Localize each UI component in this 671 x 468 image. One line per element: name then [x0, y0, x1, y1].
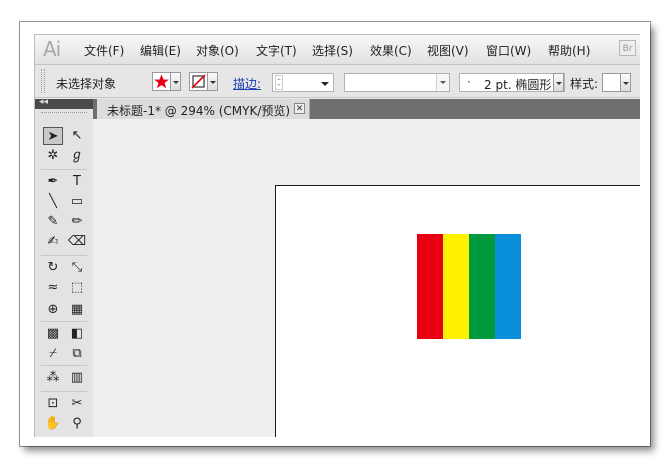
menu-select[interactable]: 选择(S): [312, 42, 353, 59]
stroke-weight-stepper[interactable]: [275, 75, 283, 90]
selection-status: 未选择对象: [56, 77, 117, 91]
tools-panel-header[interactable]: ◂◂: [35, 97, 93, 109]
bridge-button[interactable]: Br: [619, 40, 636, 56]
menu-bar: Ai 文件(F) 编辑(E) 对象(O) 文字(T) 选择(S) 效果(C) 视图(V) 窗口…: [35, 35, 640, 65]
menu-object[interactable]: 对象(O): [196, 42, 239, 59]
tools-panel: ◂◂ ➤ ↖ ✲ ℊ ✒ T ╲ ▭ ✎ ✏ ✍ ⌫ ↻ ⤡ ≈ ⬚ ⊕ ▦ ▩ ◧ ⌿ ⧉ ⁂ ▥ ⊡ ✂ ✋ ⚲: [35, 97, 94, 437]
pen-tool-icon[interactable]: ✒: [43, 173, 63, 191]
hand-tool-icon[interactable]: ✋: [43, 415, 63, 433]
stroke-dropdown-caret[interactable]: [208, 72, 218, 91]
document-tab-label: 未标题-1* @ 294% (CMYK/预览): [107, 104, 291, 118]
menu-window[interactable]: 窗口(W): [486, 42, 531, 59]
rotate-tool-icon[interactable]: ↻: [43, 259, 63, 277]
brush-dropdown-caret[interactable]: [553, 73, 564, 92]
color-stripe[interactable]: [417, 234, 443, 339]
fill-dropdown-caret[interactable]: [171, 72, 181, 91]
document-tab[interactable]: 未标题-1* @ 294% (CMYK/预览) ✕: [97, 99, 310, 119]
color-stripe[interactable]: [469, 234, 495, 339]
symbol-sprayer-tool-icon[interactable]: ⁂: [43, 369, 63, 387]
step-down-icon: [277, 84, 281, 86]
graphic-style-caret[interactable]: [621, 73, 631, 92]
free-transform-tool-icon[interactable]: ⬚: [67, 279, 87, 297]
stroke-panel-link[interactable]: 描边:: [233, 75, 261, 92]
slice-tool-icon[interactable]: ✂: [67, 395, 87, 413]
eraser-tool-icon[interactable]: ⌫: [67, 233, 87, 251]
tool-group-divider: [41, 255, 87, 256]
graphic-style-swatch[interactable]: [602, 73, 621, 92]
selection-tool-icon[interactable]: ➤: [43, 127, 63, 145]
document-tab-bar: 未标题-1* @ 294% (CMYK/预览) ✕: [93, 99, 640, 119]
tool-group-divider: [41, 169, 87, 170]
lasso-tool-icon[interactable]: ℊ: [67, 147, 87, 165]
tools-panel-grip[interactable]: [41, 112, 87, 113]
color-stripe[interactable]: [443, 234, 469, 339]
menu-effect[interactable]: 效果(C): [370, 42, 412, 59]
blob-brush-tool-icon[interactable]: ✍: [43, 233, 63, 251]
no-stroke-icon: [191, 74, 206, 89]
tool-group-divider: [41, 365, 87, 366]
rectangle-tool-icon[interactable]: ▭: [67, 193, 87, 211]
control-bar: 未选择对象 描边: · 2 pt. 椭圆形 样式:: [35, 65, 640, 98]
menu-type[interactable]: 文字(T): [256, 42, 297, 59]
brush-label: 2 pt. 椭圆形: [484, 78, 552, 92]
color-stripe[interactable]: [495, 234, 521, 339]
app-logo: Ai: [43, 37, 61, 61]
paintbrush-tool-icon[interactable]: ✎: [43, 213, 63, 231]
zoom-tool-icon[interactable]: ⚲: [67, 415, 87, 433]
blend-tool-icon[interactable]: ⧉: [67, 345, 87, 363]
stroke-weight-field[interactable]: [272, 73, 334, 92]
collapse-panel-icon[interactable]: ◂◂: [39, 97, 48, 107]
brush-definition-select[interactable]: · 2 pt. 椭圆形: [459, 73, 565, 92]
eyedropper-tool-icon[interactable]: ⌿: [43, 345, 63, 363]
scale-tool-icon[interactable]: ⤡: [67, 259, 87, 277]
menu-edit[interactable]: 编辑(E): [140, 42, 181, 59]
profile-dropdown-arrow[interactable]: [436, 74, 449, 91]
chevron-down-icon[interactable]: [321, 82, 329, 86]
style-label: 样式:: [570, 77, 599, 91]
illustrator-window: Ai 文件(F) 编辑(E) 对象(O) 文字(T) 选择(S) 效果(C) 视图(V) 窗口…: [34, 34, 640, 437]
menu-file[interactable]: 文件(F): [84, 42, 124, 59]
artboard-tool-icon[interactable]: ⊡: [43, 395, 63, 413]
variable-width-profile-select[interactable]: [344, 73, 450, 92]
type-tool-icon[interactable]: T: [67, 173, 87, 191]
column-graph-tool-icon[interactable]: ▥: [67, 369, 87, 387]
control-bar-grip[interactable]: [41, 69, 45, 93]
shape-builder-tool-icon[interactable]: ⊕: [43, 301, 63, 319]
direct-selection-tool-icon[interactable]: ↖: [67, 127, 87, 145]
fill-color-swatch[interactable]: [152, 72, 171, 91]
warp-tool-icon[interactable]: ≈: [43, 279, 63, 297]
step-up-icon: [277, 78, 281, 80]
brush-dot-icon: ·: [467, 75, 471, 89]
star-fill-icon: [154, 74, 169, 89]
gradient-tool-icon[interactable]: ◧: [67, 325, 87, 343]
mesh-tool-icon[interactable]: ▩: [43, 325, 63, 343]
stroke-color-swatch[interactable]: [189, 72, 208, 91]
artboard[interactable]: [275, 185, 640, 437]
perspective-grid-tool-icon[interactable]: ▦: [67, 301, 87, 319]
tool-group-divider: [41, 391, 87, 392]
menu-view[interactable]: 视图(V): [427, 42, 469, 59]
magic-wand-tool-icon[interactable]: ✲: [43, 147, 63, 165]
tool-group-divider: [41, 321, 87, 322]
pencil-tool-icon[interactable]: ✏: [67, 213, 87, 231]
line-segment-tool-icon[interactable]: ╲: [43, 193, 63, 211]
close-icon[interactable]: ✕: [294, 103, 305, 114]
menu-help[interactable]: 帮助(H): [548, 42, 590, 59]
pasteboard[interactable]: [93, 119, 640, 437]
